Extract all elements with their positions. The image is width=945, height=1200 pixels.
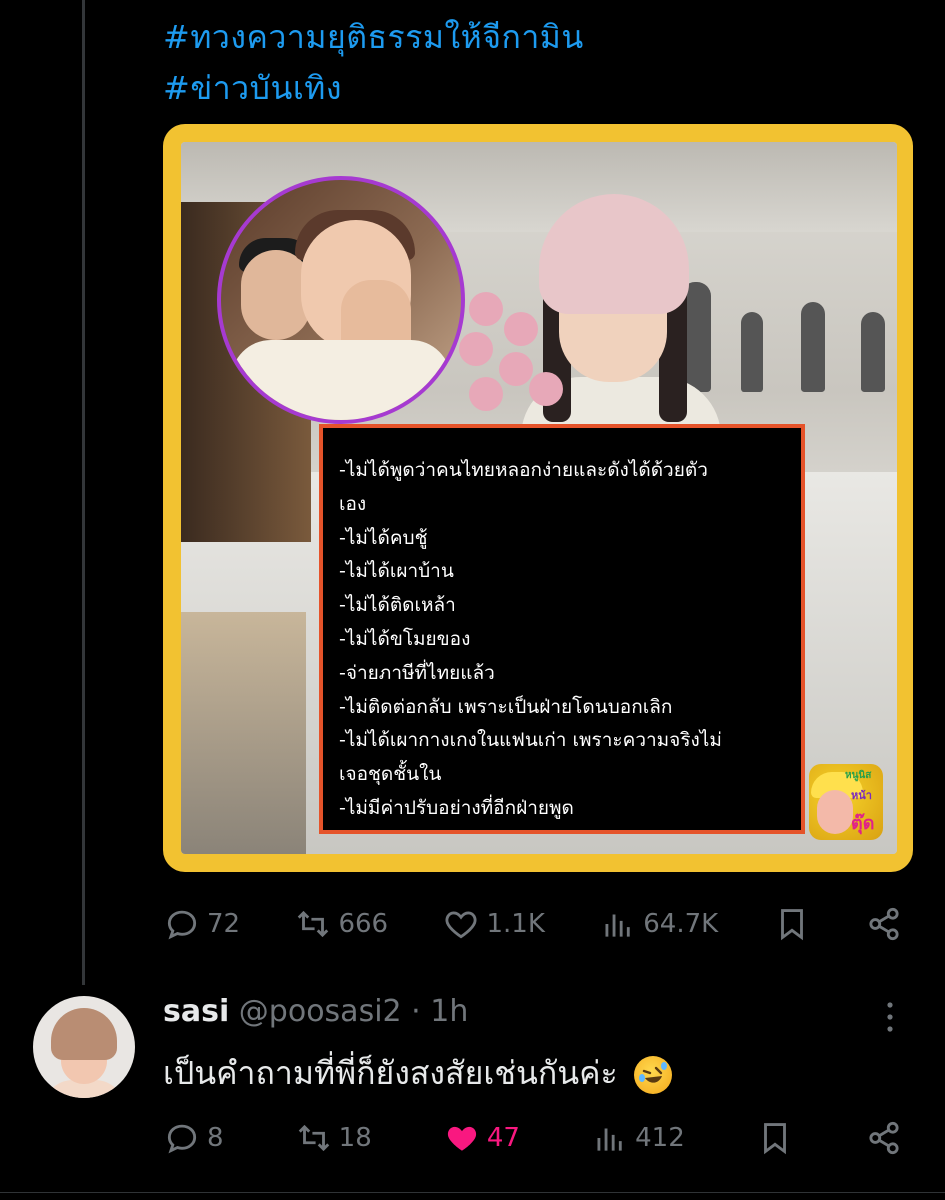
repost-count: 18	[338, 1123, 372, 1153]
brand-logo: หนูนิส หน้า ตุ๊ด	[809, 764, 883, 840]
like-button[interactable]: 47	[443, 1119, 520, 1157]
bookmark-icon	[763, 1123, 786, 1155]
hashtag-link-2[interactable]: #ข่าวบันเทิง	[163, 63, 342, 114]
logo-text: หน้า	[851, 789, 872, 802]
luggage-cart	[181, 612, 306, 854]
caption-line: -ไม่ได้ขโมยของ	[339, 627, 471, 650]
caption-line: -ไม่ติดต่อกลับ เพราะเป็นฝ่ายโดนบอกเลิก	[339, 695, 673, 718]
background-person	[801, 302, 825, 392]
heart-filled-icon	[447, 1126, 476, 1151]
repost-count: 666	[338, 909, 389, 939]
share-icon	[869, 907, 899, 941]
share-button[interactable]	[865, 1119, 903, 1157]
more-options-icon[interactable]	[880, 1000, 900, 1034]
rolling-laughing-emoji-icon	[633, 1056, 672, 1094]
views-count: 64.7K	[643, 909, 719, 939]
hashtag-link-1[interactable]: #ทวงความยุติธรรมให้จีกามิน	[163, 12, 584, 63]
like-count: 1.1K	[486, 909, 545, 939]
views-chart-icon	[605, 914, 630, 937]
heart-icon	[446, 911, 477, 939]
reply-timestamp[interactable]: 1h	[430, 994, 468, 1029]
repost-icon	[298, 910, 329, 938]
views-button[interactable]: 64.7K	[599, 905, 718, 943]
logo-text: ตุ๊ด	[851, 813, 875, 834]
background-person	[741, 312, 763, 392]
airport-photo: -ไม่ได้พูดว่าคนไทยหลอกง่ายและดังได้ด้วยต…	[181, 142, 897, 854]
reply-count: 8	[207, 1123, 224, 1153]
caption-line: -ไม่ได้พูดว่าคนไทยหลอกง่ายและดังได้ด้วยต…	[339, 459, 708, 481]
reply-icon	[167, 910, 197, 940]
caption-line: เจอชุดชั้นใน	[339, 763, 442, 786]
bookmark-icon	[780, 909, 803, 941]
reply-header: sasi @poosasi2 · 1h	[163, 994, 468, 1029]
reply-text: เป็นคำถามที่พี่ก็ยังสงสัยเช่นกันค่ะ	[163, 1054, 618, 1092]
caption-line: -ไม่มีค่าปรับอย่างที่อีกฝ่ายพูด	[339, 796, 574, 819]
reply-button[interactable]: 72	[163, 905, 240, 943]
share-icon	[869, 1121, 899, 1155]
reply-action-bar: 8 18 47 412	[163, 1116, 903, 1160]
caption-line: -ไม่ได้เผากางเกงในแฟนเก่า เพราะความจริงไ…	[339, 729, 722, 752]
repost-icon	[298, 1124, 329, 1152]
caption-text-box: -ไม่ได้พูดว่าคนไทยหลอกง่ายและดังได้ด้วยต…	[319, 424, 805, 834]
bookmark-button[interactable]	[756, 1119, 794, 1157]
divider	[0, 1192, 945, 1193]
thread-connector-line	[82, 0, 85, 985]
repost-button[interactable]: 18	[295, 1119, 372, 1157]
reply-body: เป็นคำถามที่พี่ก็ยังสงสัยเช่นกันค่ะ	[163, 1048, 672, 1099]
bookmark-button[interactable]	[773, 905, 811, 943]
reply-icon	[167, 1124, 197, 1154]
inset-circle-photo	[217, 176, 465, 424]
caption-line: -ไม่ได้คบชู้	[339, 526, 428, 549]
background-person	[861, 312, 885, 392]
like-count: 47	[486, 1123, 520, 1153]
views-count: 412	[635, 1123, 685, 1153]
share-button[interactable]	[865, 905, 903, 943]
meta-separator: ·	[411, 994, 421, 1029]
caption-line: -จ่ายภาษีที่ไทยแล้ว	[339, 661, 495, 684]
reply-button[interactable]: 8	[163, 1119, 224, 1157]
caption-line: -ไม่ได้ติดเหล้า	[339, 594, 456, 617]
caption-line: -ไม่ได้เผาบ้าน	[339, 560, 454, 583]
like-button[interactable]: 1.1K	[442, 905, 545, 943]
reply-count: 72	[207, 909, 241, 939]
post-media-image[interactable]: -ไม่ได้พูดว่าคนไทยหลอกง่ายและดังได้ด้วยต…	[163, 124, 913, 872]
flower-bouquet	[449, 292, 569, 422]
reply-display-name[interactable]: sasi	[163, 994, 229, 1029]
repost-button[interactable]: 666	[294, 905, 388, 943]
views-chart-icon	[597, 1128, 622, 1151]
caption-line: เอง	[339, 492, 367, 515]
post-action-bar: 72 666 1.1K 64.7K	[163, 902, 903, 946]
avatar[interactable]	[33, 996, 135, 1098]
reply-handle[interactable]: @poosasi2	[239, 994, 402, 1029]
logo-text: หนูนิส	[845, 770, 872, 781]
views-button[interactable]: 412	[591, 1119, 685, 1157]
